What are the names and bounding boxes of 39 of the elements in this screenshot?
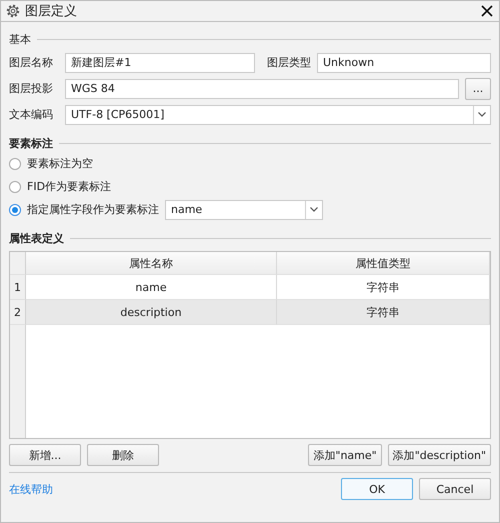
column-header[interactable]: 属性名称 — [26, 252, 277, 275]
radio-button[interactable] — [9, 204, 21, 216]
column-header[interactable]: 属性值类型 — [277, 252, 490, 275]
chevron-down-icon — [478, 112, 486, 117]
dialog-button[interactable]: Cancel — [419, 478, 491, 500]
field-label: 图层类型 — [267, 55, 312, 70]
add-field-button[interactable]: 添加"description" — [388, 444, 491, 466]
section-title: 要素标注 — [9, 136, 53, 150]
dialog-button[interactable]: OK — [341, 478, 413, 500]
radio-button[interactable] — [9, 158, 21, 170]
add-field-button[interactable]: 添加"name" — [308, 444, 382, 466]
window-title: 图层定义 — [25, 3, 78, 20]
text-field[interactable]: WGS 84 — [65, 78, 459, 98]
field-label: 文本编码 — [9, 107, 54, 122]
radio-button[interactable] — [9, 180, 21, 192]
row-number: 2 — [10, 300, 26, 325]
help-link[interactable]: 在线帮助 — [9, 482, 53, 496]
chevron-down-icon — [310, 207, 318, 212]
field-label: 图层投影 — [9, 81, 54, 96]
encoding-dropdown[interactable]: UTF-8 [CP65001] — [65, 104, 491, 124]
radio-label: 指定属性字段作为要素标注 — [27, 202, 159, 217]
settings-icon — [5, 3, 21, 19]
row-number: 1 — [10, 275, 26, 300]
browse-button[interactable]: ... — [465, 78, 491, 100]
field-dropdown[interactable]: name — [165, 200, 323, 220]
text-field[interactable]: 新建图层#1 — [65, 52, 255, 72]
table-cell: 字符串 — [277, 300, 490, 325]
radio-label: 要素标注为空 — [27, 156, 93, 171]
table-corner — [10, 252, 26, 275]
close-icon[interactable] — [481, 5, 493, 17]
text-field[interactable]: Unknown — [317, 52, 491, 72]
table-action-button[interactable]: 删除 — [87, 444, 159, 466]
field-label: 图层名称 — [9, 55, 54, 70]
section-title: 基本 — [9, 32, 31, 46]
radio-label: FID作为要素标注 — [27, 179, 112, 194]
table-row[interactable]: 2 description 字符串 — [10, 300, 490, 325]
table-action-button[interactable]: 新增... — [9, 444, 81, 466]
section-title: 属性表定义 — [9, 230, 64, 246]
table-cell: description — [26, 300, 277, 325]
